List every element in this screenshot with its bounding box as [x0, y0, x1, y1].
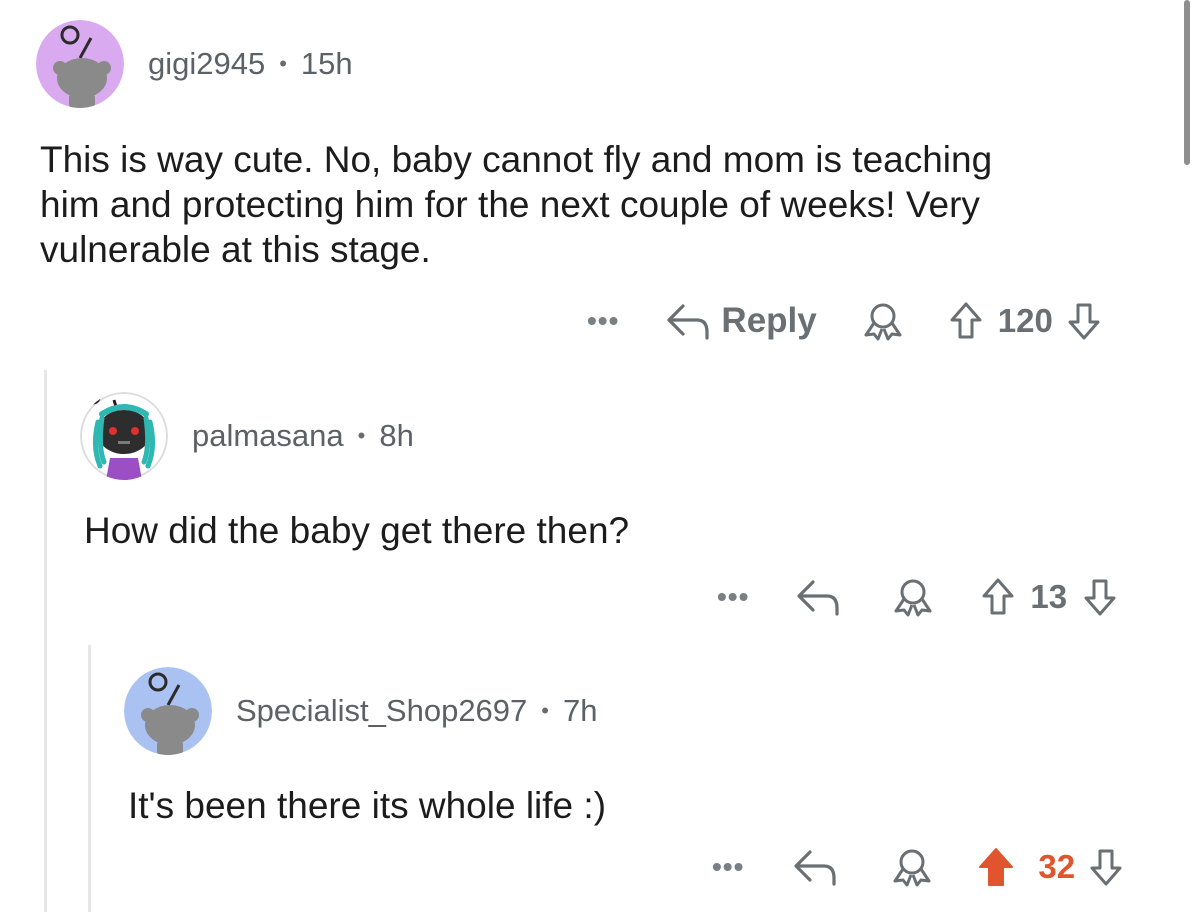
downvote-icon[interactable] [1067, 301, 1101, 341]
reply-button[interactable] [795, 577, 851, 617]
comment-line: It's been there its whole life :) [128, 785, 607, 826]
meta-separator: • [541, 698, 549, 723]
vote-score: 120 [997, 302, 1053, 339]
downvote-icon[interactable] [1089, 847, 1123, 887]
meta-separator: • [279, 51, 287, 76]
reply-button[interactable] [792, 847, 848, 887]
award-icon[interactable] [891, 577, 935, 617]
reply-icon [665, 301, 711, 341]
timestamp: 15h [300, 46, 353, 81]
comment-actions: ••• 32 [712, 842, 1123, 892]
award-icon[interactable] [861, 301, 905, 341]
comment-body: It's been there its whole life :) [128, 783, 606, 828]
meta-separator: • [357, 423, 366, 448]
award-icon[interactable] [890, 847, 934, 887]
more-options-button[interactable]: ••• [587, 305, 619, 337]
reply-button[interactable]: Reply [665, 301, 817, 341]
username[interactable]: Specialist_Shop2697 [236, 693, 527, 729]
thread-line-level-1[interactable] [44, 370, 47, 912]
reply-icon [795, 577, 841, 617]
comment-actions: ••• Reply 120 [587, 296, 1101, 346]
downvote-icon[interactable] [1083, 577, 1117, 617]
reply-label: Reply [721, 301, 817, 340]
timestamp: 8h [379, 418, 414, 453]
reply-icon [792, 847, 838, 887]
avatar[interactable] [124, 667, 212, 755]
comment-actions: ••• 13 [717, 572, 1117, 622]
comment-header: palmasana • 8h [80, 392, 414, 480]
avatar[interactable] [80, 392, 168, 480]
avatar[interactable] [36, 20, 124, 108]
comment-header: gigi2945 • 15h [36, 20, 353, 108]
username[interactable]: palmasana [192, 418, 344, 454]
comment-line: How did the baby get there then? [84, 510, 630, 551]
comment-body: This is way cute. No, baby cannot fly an… [40, 137, 992, 272]
comment-line: This is way cute. No, baby cannot fly an… [40, 139, 993, 180]
upvote-icon[interactable] [949, 301, 983, 341]
upvote-icon[interactable] [981, 577, 1015, 617]
upvote-icon-active[interactable] [978, 847, 1014, 887]
comment-header: Specialist_Shop2697 • 7h [124, 667, 597, 755]
scrollbar[interactable] [1184, 0, 1190, 165]
more-options-button[interactable]: ••• [712, 851, 744, 883]
timestamp: 7h [562, 693, 598, 728]
thread-line-level-2[interactable] [88, 645, 91, 912]
comment-line: vulnerable at this stage. [40, 229, 431, 270]
vote-score: 32 [1038, 848, 1076, 885]
more-options-button[interactable]: ••• [717, 581, 749, 613]
vote-score: 13 [1030, 578, 1068, 615]
comment-body: How did the baby get there then? [84, 508, 629, 553]
username[interactable]: gigi2945 [148, 46, 265, 82]
comment-line: him and protecting him for the next coup… [40, 184, 980, 225]
